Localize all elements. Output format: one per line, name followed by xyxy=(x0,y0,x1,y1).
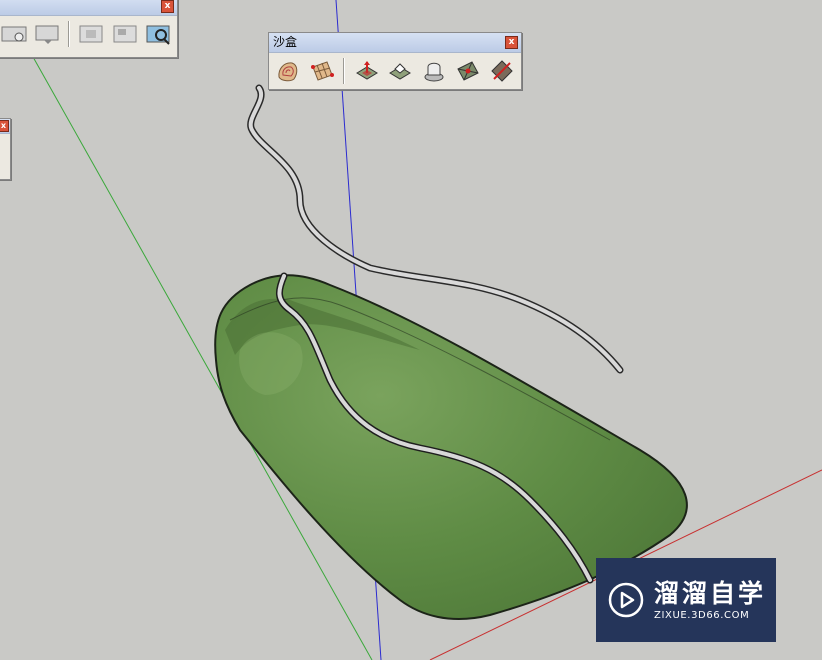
smoove-icon[interactable] xyxy=(351,56,382,86)
sandbox-toolbar-title: 沙盒 xyxy=(273,35,298,49)
flip-edge-icon[interactable] xyxy=(486,56,517,86)
watermark-url: ZIXUE.3D66.COM xyxy=(654,609,750,621)
drape-icon[interactable] xyxy=(419,56,450,86)
add-detail-icon[interactable] xyxy=(453,56,484,86)
close-icon[interactable]: x xyxy=(161,0,174,13)
stamp-icon[interactable] xyxy=(385,56,416,86)
sandbox-toolbar-titlebar[interactable]: 沙盒 x xyxy=(269,33,521,53)
toolbar-separator xyxy=(68,21,71,47)
zoom-window-icon[interactable] xyxy=(143,19,173,49)
watermark-brand: 溜溜自学 xyxy=(654,578,767,608)
side-toolbar-titlebar: x xyxy=(0,119,10,134)
sandbox-toolbar: 沙盒 x xyxy=(268,32,522,90)
side-toolbar: x xyxy=(0,118,11,180)
watermark-logo: 溜溜自学 ZIXUE.3D66.COM xyxy=(596,558,776,642)
close-icon[interactable]: x xyxy=(0,120,9,132)
camera-toolbar: x xyxy=(0,0,178,58)
camera-toolbar-titlebar: x xyxy=(0,0,177,16)
toolbar-separator xyxy=(343,58,346,84)
play-logo-icon xyxy=(608,582,644,618)
walk-icon[interactable] xyxy=(76,19,106,49)
look-around-icon[interactable] xyxy=(32,19,62,49)
pan-icon[interactable] xyxy=(110,19,140,49)
contour-terrain-icon[interactable] xyxy=(273,56,304,86)
close-icon[interactable]: x xyxy=(505,36,518,49)
grid-terrain-icon[interactable] xyxy=(307,56,338,86)
position-camera-icon[interactable] xyxy=(0,19,29,49)
